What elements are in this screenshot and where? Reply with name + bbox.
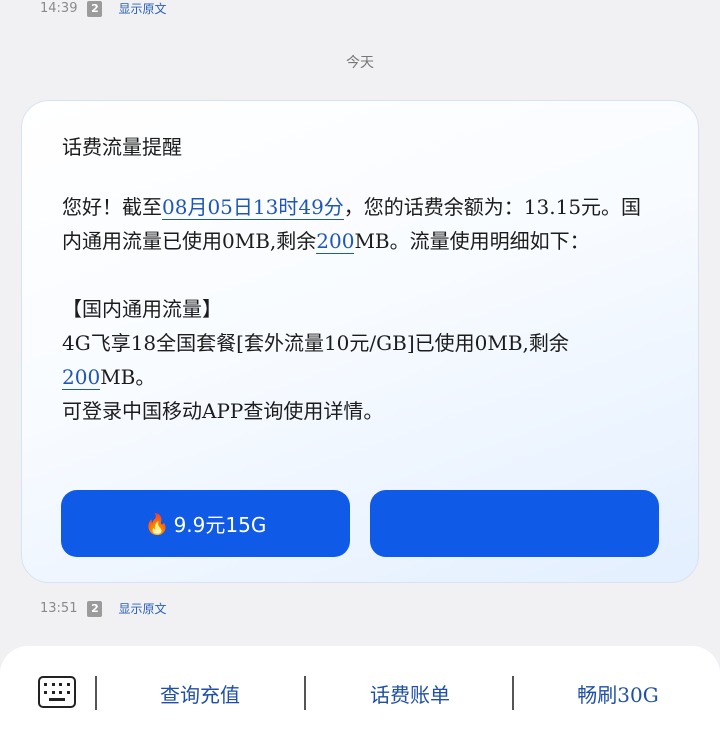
menu-divider bbox=[512, 676, 514, 710]
sim-badge: 2 bbox=[87, 0, 103, 17]
sim-badge: 2 bbox=[87, 600, 103, 617]
message-time: 14:39 bbox=[40, 1, 78, 16]
remaining-link[interactable]: 200 bbox=[316, 229, 355, 254]
message-bubble: 话费流量提醒 您好！截至08月05日13时49分，您的话费余额为：13.15元。… bbox=[21, 100, 699, 583]
section-header: 【国内通用流量】 bbox=[62, 297, 222, 321]
menu-item-data-30g[interactable]: 畅刷30G bbox=[566, 679, 670, 708]
quick-menu-bar: 查询充值 话费账单 畅刷30G bbox=[0, 646, 720, 742]
message-paragraph-app: 可登录中国移动APP查询使用详情。 bbox=[62, 399, 384, 423]
message-meta-top: 14:39 2 显示原文 bbox=[40, 0, 166, 17]
message-paragraph-plan: 4G飞享18全国套餐[套外流量10元/GB]已使用0MB,剩余200MB。 bbox=[62, 331, 569, 390]
secondary-action-button[interactable] bbox=[370, 490, 659, 557]
menu-item-bill[interactable]: 话费账单 bbox=[360, 679, 460, 708]
day-divider: 今天 bbox=[346, 55, 374, 71]
show-original-link[interactable]: 显示原文 bbox=[118, 0, 166, 17]
message-time: 13:51 bbox=[40, 601, 78, 616]
date-link[interactable]: 08月05日13时49分 bbox=[162, 195, 344, 220]
message-paragraph-balance: 您好！截至08月05日13时49分，您的话费余额为：13.15元。国内通用流量已… bbox=[62, 195, 642, 254]
offer-button[interactable]: 🔥 9.9元15G bbox=[61, 490, 350, 557]
action-buttons: 🔥 9.9元15G bbox=[61, 490, 659, 557]
menu-divider bbox=[304, 676, 306, 710]
keyboard-icon[interactable] bbox=[38, 676, 76, 708]
message-title: 话费流量提醒 bbox=[62, 135, 182, 159]
menu-divider bbox=[95, 676, 97, 710]
message-meta-bottom: 13:51 2 显示原文 bbox=[40, 600, 166, 617]
menu-item-query-recharge[interactable]: 查询充值 bbox=[150, 679, 250, 708]
plan-remaining-link[interactable]: 200 bbox=[62, 365, 101, 390]
fire-icon: 🔥 bbox=[144, 511, 170, 536]
offer-button-label: 9.9元15G bbox=[173, 513, 267, 537]
show-original-link[interactable]: 显示原文 bbox=[118, 600, 166, 617]
